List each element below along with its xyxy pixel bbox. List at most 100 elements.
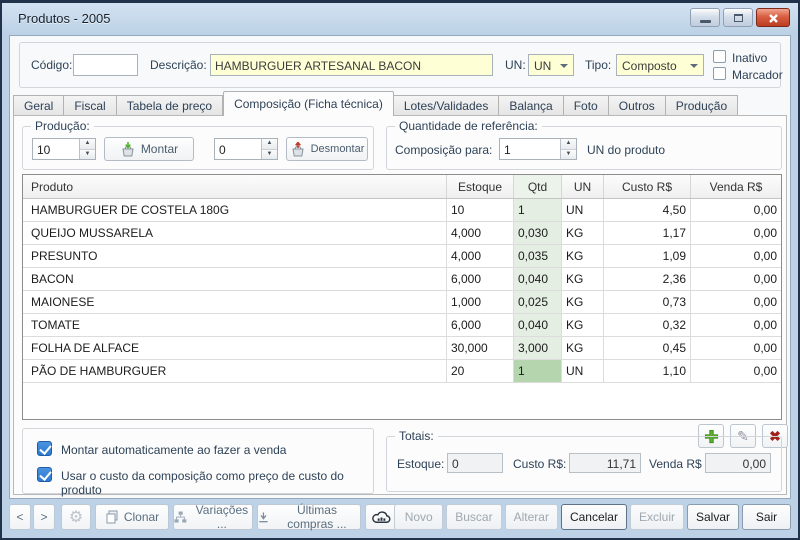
cell-custo[interactable]: 1,09 — [604, 245, 691, 267]
cell-venda[interactable]: 0,00 — [691, 337, 781, 359]
spin-up-icon[interactable]: ▲ — [262, 139, 277, 150]
prev-record-button[interactable]: < — [9, 504, 31, 530]
spin-down-icon[interactable]: ▼ — [262, 149, 277, 159]
col-header-custo[interactable]: Custo R$ — [604, 175, 691, 198]
cell-estoque[interactable]: 4,000 — [447, 222, 514, 244]
spin-up-icon[interactable]: ▲ — [561, 139, 576, 150]
cell-produto[interactable]: PRESUNTO — [23, 245, 447, 267]
maximize-button[interactable] — [723, 8, 753, 27]
cell-qtd[interactable]: 0,040 — [514, 268, 562, 290]
close-button[interactable] — [756, 8, 790, 27]
cell-un[interactable]: KG — [562, 245, 604, 267]
descricao-input[interactable]: HAMBURGUER ARTESANAL BACON — [210, 54, 493, 76]
cell-un[interactable]: UN — [562, 199, 604, 221]
table-row[interactable]: HAMBURGUER DE COSTELA 180G 10 1 UN 4,50 … — [23, 199, 781, 222]
tab-9[interactable]: Produção — [665, 95, 739, 116]
cell-estoque[interactable]: 10 — [447, 199, 514, 221]
cell-qtd[interactable]: 1 — [514, 360, 562, 382]
cell-un[interactable]: KG — [562, 314, 604, 336]
col-header-qtd[interactable]: Qtd — [514, 175, 562, 198]
montar-qty-value[interactable]: 10 — [33, 139, 79, 159]
cell-un[interactable]: KG — [562, 222, 604, 244]
tab-1[interactable]: Geral — [13, 95, 65, 116]
table-row[interactable]: TOMATE 6,000 0,040 KG 0,32 0,00 — [23, 314, 781, 337]
desmontar-button[interactable]: Desmontar — [286, 137, 368, 161]
table-row[interactable]: QUEIJO MUSSARELA 4,000 0,030 KG 1,17 0,0… — [23, 222, 781, 245]
tab-3[interactable]: Tabela de preço — [116, 95, 224, 116]
cell-venda[interactable]: 0,00 — [691, 314, 781, 336]
cell-un[interactable]: KG — [562, 337, 604, 359]
alterar-button[interactable]: Alterar — [504, 504, 558, 530]
cell-custo[interactable]: 2,36 — [604, 268, 691, 290]
minimize-button[interactable] — [690, 8, 720, 27]
col-header-estoque[interactable]: Estoque — [447, 175, 514, 198]
cloud-button[interactable] — [365, 504, 397, 530]
tab-7[interactable]: Foto — [563, 95, 609, 116]
cancelar-button[interactable]: Cancelar — [560, 504, 627, 530]
ultimas-compras-button[interactable]: Últimas compras ... — [257, 503, 361, 531]
tab-4[interactable]: Composição (Ficha técnica) — [223, 91, 394, 116]
montar-button[interactable]: Montar — [104, 137, 194, 161]
cell-estoque[interactable]: 6,000 — [447, 314, 514, 336]
settings-button[interactable]: ⚙ — [61, 504, 91, 530]
col-header-venda[interactable]: Venda R$ — [691, 175, 781, 198]
cell-qtd[interactable]: 0,040 — [514, 314, 562, 336]
cell-venda[interactable]: 0,00 — [691, 199, 781, 221]
referencia-qty-value[interactable]: 1 — [500, 139, 560, 159]
cell-un[interactable]: KG — [562, 268, 604, 290]
cell-qtd[interactable]: 3,000 — [514, 337, 562, 359]
cell-produto[interactable]: HAMBURGUER DE COSTELA 180G — [23, 199, 447, 221]
cell-qtd[interactable]: 0,035 — [514, 245, 562, 267]
cell-qtd[interactable]: 0,030 — [514, 222, 562, 244]
cell-estoque[interactable]: 6,000 — [447, 268, 514, 290]
cell-produto[interactable]: BACON — [23, 268, 447, 290]
desmontar-qty-stepper[interactable]: 0 ▲ ▼ — [214, 138, 278, 160]
table-row[interactable]: PÃO DE HAMBURGUER 20 1 UN 1,10 0,00 — [23, 360, 781, 383]
col-header-produto[interactable]: Produto — [23, 175, 447, 198]
sair-button[interactable]: Sair — [742, 504, 791, 530]
cell-custo[interactable]: 1,10 — [604, 360, 691, 382]
col-header-un[interactable]: UN — [562, 175, 604, 198]
spin-up-icon[interactable]: ▲ — [80, 139, 95, 150]
tab-8[interactable]: Outros — [608, 95, 666, 116]
inativo-checkbox[interactable] — [713, 50, 726, 63]
tipo-select[interactable]: Composto — [616, 54, 704, 76]
buscar-button[interactable]: Buscar — [446, 504, 502, 530]
cell-produto[interactable]: MAIONESE — [23, 291, 447, 313]
cell-custo[interactable]: 0,32 — [604, 314, 691, 336]
cell-venda[interactable]: 0,00 — [691, 268, 781, 290]
clonar-button[interactable]: Clonar — [95, 504, 169, 530]
cell-estoque[interactable]: 30,000 — [447, 337, 514, 359]
cell-produto[interactable]: TOMATE — [23, 314, 447, 336]
variacoes-button[interactable]: Variações ... — [173, 503, 253, 531]
cell-venda[interactable]: 0,00 — [691, 360, 781, 382]
excluir-button[interactable]: Excluir — [629, 504, 684, 530]
cell-un[interactable]: KG — [562, 291, 604, 313]
table-row[interactable]: BACON 6,000 0,040 KG 2,36 0,00 — [23, 268, 781, 291]
desmontar-qty-value[interactable]: 0 — [215, 139, 261, 159]
cell-custo[interactable]: 0,73 — [604, 291, 691, 313]
cell-estoque[interactable]: 20 — [447, 360, 514, 382]
montar-auto-checkbox[interactable] — [37, 441, 52, 456]
cell-venda[interactable]: 0,00 — [691, 245, 781, 267]
table-row[interactable]: FOLHA DE ALFACE 30,000 3,000 KG 0,45 0,0… — [23, 337, 781, 360]
codigo-input[interactable] — [73, 54, 138, 76]
cell-custo[interactable]: 1,17 — [604, 222, 691, 244]
referencia-qty-stepper[interactable]: 1 ▲ ▼ — [499, 138, 577, 160]
spin-down-icon[interactable]: ▼ — [80, 149, 95, 159]
table-row[interactable]: PRESUNTO 4,000 0,035 KG 1,09 0,00 — [23, 245, 781, 268]
cell-qtd[interactable]: 1 — [514, 199, 562, 221]
cell-custo[interactable]: 4,50 — [604, 199, 691, 221]
cell-produto[interactable]: PÃO DE HAMBURGUER — [23, 360, 447, 382]
un-select[interactable]: UN — [528, 54, 574, 76]
usar-custo-checkbox[interactable] — [37, 467, 52, 482]
next-record-button[interactable]: > — [33, 504, 55, 530]
cell-produto[interactable]: FOLHA DE ALFACE — [23, 337, 447, 359]
spin-down-icon[interactable]: ▼ — [561, 149, 576, 159]
cell-venda[interactable]: 0,00 — [691, 291, 781, 313]
cell-qtd[interactable]: 0,025 — [514, 291, 562, 313]
table-row[interactable]: MAIONESE 1,000 0,025 KG 0,73 0,00 — [23, 291, 781, 314]
montar-qty-stepper[interactable]: 10 ▲ ▼ — [32, 138, 96, 160]
cell-un[interactable]: UN — [562, 360, 604, 382]
cell-custo[interactable]: 0,45 — [604, 337, 691, 359]
